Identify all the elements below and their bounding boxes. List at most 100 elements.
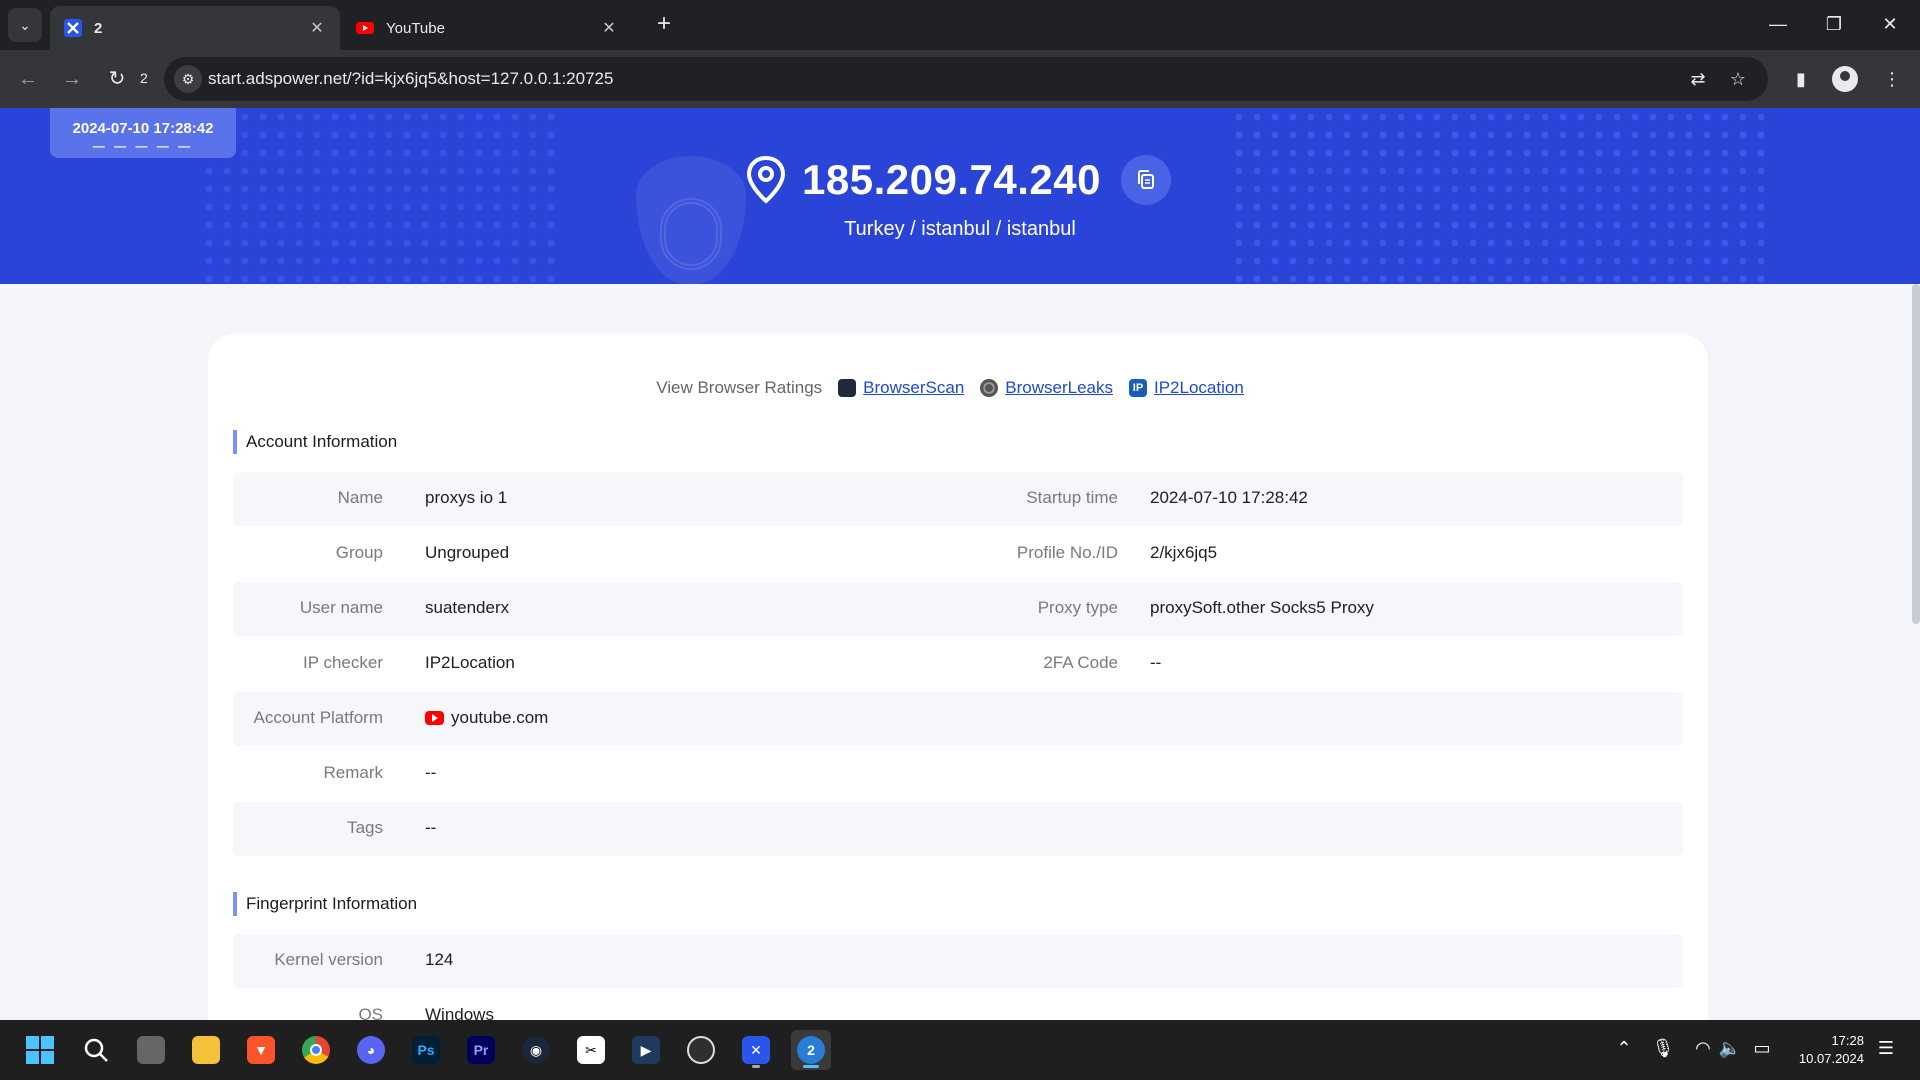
youtube-icon bbox=[425, 711, 444, 725]
browserleaks-link[interactable]: BrowserLeaks bbox=[980, 378, 1113, 398]
browser-profile-button[interactable]: 2 bbox=[791, 1030, 831, 1070]
capcut-button[interactable]: ✂ bbox=[571, 1030, 611, 1070]
side-panel-icon[interactable]: ▮ bbox=[1786, 64, 1816, 94]
row-value: Windows bbox=[425, 1005, 494, 1020]
notifications-icon[interactable]: ☰ bbox=[1874, 1038, 1898, 1059]
capcut-icon: ✂ bbox=[577, 1036, 605, 1064]
steam-icon: ◉ bbox=[522, 1036, 550, 1064]
ip2location-link[interactable]: IP IP2Location bbox=[1129, 378, 1244, 398]
row-key: Group bbox=[335, 543, 383, 562]
brave-button[interactable]: ▼ bbox=[241, 1030, 281, 1070]
link-label: BrowserScan bbox=[863, 378, 965, 397]
photoshop-button[interactable]: Ps bbox=[406, 1030, 446, 1070]
discord-icon: ◕ bbox=[357, 1036, 385, 1064]
back-arrow-icon[interactable]: ← bbox=[13, 64, 43, 94]
task-view-button[interactable] bbox=[131, 1030, 171, 1070]
browser-ratings: View Browser Ratings BrowserScan Browser… bbox=[208, 378, 1708, 398]
close-tab-icon[interactable]: ✕ bbox=[308, 18, 326, 38]
file-explorer-button[interactable] bbox=[186, 1030, 226, 1070]
windows-taskbar: ▼ ◕ Ps Pr ◉ ✂ ▶ ✕ 2 ⌃ 🎙 ◠ 🔈 ▭ 17:28 10.0… bbox=[0, 1020, 1920, 1080]
wifi-icon[interactable]: ◠ bbox=[1691, 1038, 1715, 1059]
steam-button[interactable]: ◉ bbox=[516, 1030, 556, 1070]
show-hidden-icons-icon[interactable]: ⌃ bbox=[1612, 1038, 1636, 1059]
row-value: 2/kjx6jq5 bbox=[1150, 543, 1218, 562]
minimize-button[interactable]: — bbox=[1750, 0, 1806, 48]
reload-count: 2 bbox=[140, 70, 148, 86]
brave-icon: ▼ bbox=[247, 1036, 275, 1064]
obs-button[interactable] bbox=[681, 1030, 721, 1070]
dot-pattern bbox=[200, 108, 560, 284]
startup-date-badge: 2024-07-10 17:28:42 — — — — — bbox=[50, 108, 236, 158]
cube-icon: ▶ bbox=[632, 1036, 660, 1064]
clock-date: 10.07.2024 bbox=[1798, 1051, 1864, 1066]
page-scrollbar[interactable] bbox=[1912, 284, 1920, 624]
ratings-label: View Browser Ratings bbox=[656, 378, 823, 397]
row-key: Profile No./ID bbox=[1016, 543, 1118, 562]
url-text[interactable]: start.adspower.net/?id=kjx6jq5&host=127.… bbox=[208, 69, 613, 89]
info-row: Group Ungrouped Profile No./ID 2/kjx6jq5 bbox=[233, 527, 1683, 581]
copy-ip-button[interactable] bbox=[1120, 155, 1171, 205]
browser-toolbar: ← → ↻ 2 ⚙ start.adspower.net/?id=kjx6jq5… bbox=[0, 50, 1920, 108]
row-key: Account Platform bbox=[253, 708, 383, 727]
tab-title: YouTube bbox=[386, 19, 445, 37]
running-indicator bbox=[752, 1065, 760, 1068]
youtube-favicon-icon bbox=[356, 22, 374, 34]
row-key: Name bbox=[337, 488, 383, 507]
chrome-button[interactable] bbox=[296, 1030, 336, 1070]
row-value: Ungrouped bbox=[425, 543, 510, 562]
premiere-button[interactable]: Pr bbox=[461, 1030, 501, 1070]
start-button[interactable] bbox=[20, 1030, 60, 1070]
translate-icon[interactable]: ⇄ bbox=[1684, 65, 1712, 93]
row-value: 124 bbox=[425, 950, 454, 969]
adspower-button[interactable]: ✕ bbox=[736, 1030, 776, 1070]
page-content: 2024-07-10 17:28:42 — — — — — 185.209.74… bbox=[0, 108, 1920, 1020]
row-value: proxys io 1 bbox=[425, 488, 508, 507]
premiere-icon: Pr bbox=[467, 1036, 495, 1064]
row-key: Tags bbox=[347, 818, 383, 837]
volume-icon[interactable]: 🔈 bbox=[1718, 1038, 1742, 1059]
bookmark-star-icon[interactable]: ☆ bbox=[1724, 65, 1752, 93]
forward-arrow-icon[interactable]: → bbox=[57, 64, 87, 94]
folder-icon bbox=[192, 1036, 220, 1064]
discord-button[interactable]: ◕ bbox=[351, 1030, 391, 1070]
tab-adspower[interactable]: 2 ✕ bbox=[50, 6, 340, 50]
info-row: Name proxys io 1 Startup time 2024-07-10… bbox=[233, 472, 1683, 526]
task-view-icon bbox=[137, 1036, 165, 1064]
ip-address-row: 185.209.74.240 bbox=[744, 152, 1171, 208]
row-key: User name bbox=[299, 598, 383, 617]
row-key: 2FA Code bbox=[1043, 653, 1118, 672]
search-icon bbox=[84, 1038, 108, 1062]
row-value: 2024-07-10 17:28:42 bbox=[1150, 488, 1308, 507]
battery-icon[interactable]: ▭ bbox=[1750, 1038, 1774, 1059]
photoshop-icon: Ps bbox=[412, 1036, 440, 1064]
reload-icon[interactable]: ↻ bbox=[102, 64, 132, 94]
windows-logo-icon bbox=[26, 1036, 54, 1064]
site-info-icon[interactable]: ⚙ bbox=[174, 65, 202, 93]
menu-kebab-icon[interactable]: ⋮ bbox=[1877, 64, 1907, 94]
app-cube-button[interactable]: ▶ bbox=[626, 1030, 666, 1070]
row-value: suatenderx bbox=[425, 598, 510, 617]
tab-youtube[interactable]: YouTube ✕ bbox=[342, 6, 632, 50]
row-value: -- bbox=[1150, 653, 1162, 672]
profile-avatar-icon[interactable] bbox=[1832, 66, 1858, 92]
close-window-button[interactable]: ✕ bbox=[1862, 0, 1918, 48]
microphone-icon[interactable]: 🎙 bbox=[1651, 1038, 1675, 1059]
restore-button[interactable]: ❐ bbox=[1806, 0, 1862, 48]
running-indicator bbox=[803, 1065, 819, 1068]
close-tab-icon[interactable]: ✕ bbox=[600, 18, 618, 38]
ip-address: 185.209.74.240 bbox=[802, 156, 1101, 203]
info-row: Account Platform youtube.com bbox=[233, 692, 1683, 746]
browserscan-link[interactable]: BrowserScan bbox=[838, 378, 964, 398]
info-card: View Browser Ratings BrowserScan Browser… bbox=[208, 334, 1708, 1020]
account-section-title: Account Information bbox=[233, 430, 397, 454]
new-tab-button[interactable]: + bbox=[650, 10, 678, 38]
address-bar[interactable]: ⚙ start.adspower.net/?id=kjx6jq5&host=12… bbox=[164, 57, 1768, 101]
info-row: IP checker IP2Location 2FA Code -- bbox=[233, 637, 1683, 691]
taskbar-clock[interactable]: 17:28 10.07.2024 bbox=[1784, 1032, 1864, 1068]
info-row: Remark -- bbox=[233, 747, 1683, 801]
copy-icon bbox=[1137, 170, 1154, 189]
tab-search-dropdown[interactable]: ⌄ bbox=[8, 8, 42, 42]
startup-date: 2024-07-10 17:28:42 bbox=[72, 120, 214, 137]
search-button[interactable] bbox=[76, 1030, 116, 1070]
info-row: OS Windows bbox=[233, 989, 1683, 1020]
